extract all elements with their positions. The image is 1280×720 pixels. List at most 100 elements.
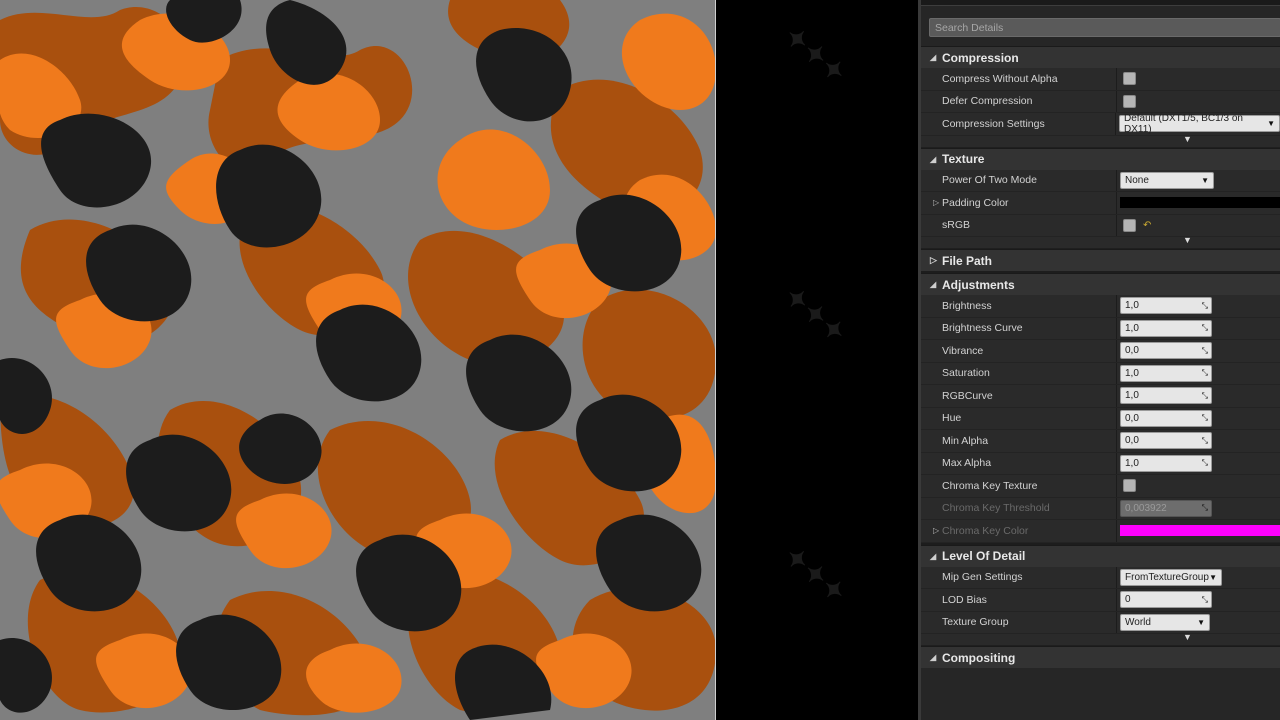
numeric-field[interactable]: 1,0 ⤡ [1120,454,1212,472]
camo-texture-image [0,0,715,720]
property-row: LOD Bias 0 ⤡ [921,589,1280,612]
category-title: Texture [942,152,985,166]
property-label: Min Alpha [921,430,1117,452]
dropdown-arrow-icon: ▼ [1201,175,1209,185]
property-label: Defer Compression [921,90,1117,112]
property-row: Power Of Two Mode None ▼ [921,169,1280,192]
chroma-key-color-swatch[interactable] [1120,525,1280,537]
property-row: sRGB ↶ [921,214,1280,237]
numeric-field[interactable]: 1,0 ⤡ [1120,387,1212,405]
field-value: 0,0 [1125,412,1139,424]
category-file-path[interactable]: ▷ File Path [921,249,1280,271]
expand-triangle-icon: ◢ [930,53,937,62]
category-title: Compositing [942,650,1016,665]
property-row: Brightness 1,0 ⤡ [921,295,1280,318]
property-row: Hue 0,0 ⤡ [921,407,1280,430]
category-level-of-detail[interactable]: ◢ Level Of Detail [921,544,1280,567]
chevron-down-icon: ▼ [1183,235,1192,245]
property-label: Chroma Key Color [942,524,1029,537]
empty-viewport-area [717,0,918,720]
drag-handle-icon[interactable]: ⤡ [1202,413,1208,423]
property-row: Compress Without Alpha [921,68,1280,91]
texture-group-dropdown[interactable]: World ▼ [1120,613,1210,631]
chroma-key-threshold-field: 0,003922 ⤡ [1120,499,1212,517]
expand-triangle-icon[interactable]: ▷ [933,198,939,207]
search-bar: Search Details [921,6,1280,46]
expand-triangle-icon: ◢ [930,154,937,164]
dropdown-arrow-icon: ▼ [1209,572,1217,582]
property-row: Chroma Key Texture [921,475,1280,498]
category-texture[interactable]: ◢ Texture [921,147,1280,170]
advanced-expander[interactable]: ▼ [921,235,1280,249]
lod-bias-field[interactable]: 0 ⤡ [1120,591,1212,609]
chroma-key-texture-checkbox[interactable] [1123,479,1136,493]
field-value: 0,003922 [1125,502,1167,514]
padding-color-swatch[interactable] [1120,197,1280,209]
category-compression[interactable]: ◢ Compression [921,46,1280,68]
advanced-expander[interactable]: ▼ [921,133,1280,148]
property-label: Vibrance [921,340,1117,362]
category-title: Compression [942,50,1019,65]
property-label: Compress Without Alpha [921,68,1117,90]
numeric-field[interactable]: 1,0 ⤡ [1120,297,1212,315]
dropdown-value: Default (DXT1/5, BC1/3 on DX11) [1124,112,1243,135]
compress-without-alpha-checkbox[interactable] [1123,72,1136,86]
expand-triangle-icon: ◢ [930,551,937,561]
property-label: Texture Group [921,611,1117,633]
field-value: 0,0 [1125,345,1139,357]
dropdown-value: None [1125,174,1149,186]
property-label: RGBCurve [921,385,1117,407]
srgb-checkbox[interactable] [1123,218,1136,232]
numeric-field[interactable]: 1,0 ⤡ [1120,319,1212,337]
drag-handle-icon[interactable]: ⤡ [1202,595,1208,605]
property-row: Compression Settings Default (DXT1/5, BC… [921,113,1280,136]
defer-compression-checkbox[interactable] [1123,94,1136,108]
reset-to-default-icon[interactable]: ↶ [1143,220,1151,231]
chevron-down-icon: ▼ [1183,632,1192,642]
field-value: 1,0 [1125,457,1139,469]
property-label: Chroma Key Texture [921,475,1117,497]
property-label: Compression Settings [921,113,1116,135]
property-row: Texture Group World ▼ [921,611,1280,634]
property-label: Saturation [921,362,1117,384]
category-title: Level Of Detail [942,549,1026,563]
property-row: ▷ Chroma Key Color [921,520,1280,543]
property-label: Max Alpha [921,452,1117,474]
property-label: Padding Color [942,196,1009,209]
property-row: Max Alpha 1,0 ⤡ [921,452,1280,475]
dropdown-value: World [1125,616,1151,628]
property-row: Mip Gen Settings FromTextureGroup ▼ [921,566,1280,589]
drag-handle-icon[interactable]: ⤡ [1202,458,1208,468]
property-row: Vibrance 0,0 ⤡ [921,340,1280,363]
dropdown-arrow-icon: ▼ [1197,617,1205,627]
numeric-field[interactable]: 0,0 ⤡ [1120,409,1212,427]
property-row: Min Alpha 0,0 ⤡ [921,430,1280,453]
advanced-expander[interactable]: ▼ [921,632,1280,646]
drag-handle-icon[interactable]: ⤡ [1202,436,1208,446]
property-label: Brightness [921,295,1117,317]
drag-handle-icon[interactable]: ⤡ [1202,391,1208,401]
texture-preview-viewport[interactable] [0,0,716,720]
collapsed-triangle-icon: ▷ [930,255,937,265]
category-adjustments[interactable]: ◢ Adjustments [921,273,1280,295]
numeric-field[interactable]: 1,0 ⤡ [1120,364,1212,382]
property-label: sRGB [921,214,1117,236]
search-details-input[interactable]: Search Details [929,18,1280,37]
drag-handle-icon[interactable]: ⤡ [1202,301,1208,311]
property-row: ▷ Padding Color [921,192,1280,215]
chevron-down-icon: ▼ [1183,133,1192,144]
numeric-field[interactable]: 0,0 ⤡ [1120,432,1212,450]
power-of-two-dropdown[interactable]: None ▼ [1120,171,1214,189]
compression-settings-dropdown[interactable]: Default (DXT1/5, BC1/3 on DX11) ▼ [1119,112,1280,135]
numeric-field[interactable]: 0,0 ⤡ [1120,342,1212,360]
expand-triangle-icon: ◢ [930,653,937,662]
property-label: LOD Bias [921,589,1117,611]
category-compositing[interactable]: ◢ Compositing [921,646,1280,668]
expand-triangle-icon[interactable]: ▷ [933,526,939,535]
property-label: Mip Gen Settings [921,566,1117,588]
drag-handle-icon[interactable]: ⤡ [1202,323,1208,333]
mip-gen-settings-dropdown[interactable]: FromTextureGroup ▼ [1120,568,1222,586]
drag-handle-icon[interactable]: ⤡ [1202,346,1208,356]
field-value: 0,0 [1125,435,1139,447]
drag-handle-icon[interactable]: ⤡ [1202,368,1208,378]
